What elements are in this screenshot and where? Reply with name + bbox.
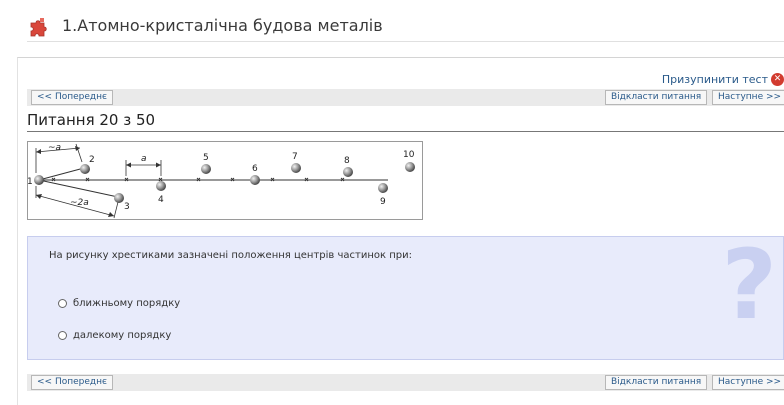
atom-label: 7: [292, 152, 298, 162]
answer-option-2[interactable]: далекому порядку: [58, 330, 171, 341]
close-circle-icon: ✕: [771, 73, 784, 86]
divider: [27, 131, 784, 132]
page-header: 1.Атомно-кристалічна будова металів: [27, 10, 784, 42]
atom-label: 2: [89, 155, 95, 165]
atom-spheres: [34, 162, 415, 203]
atom-label: 9: [380, 197, 386, 207]
puzzle-icon: [30, 18, 47, 37]
defer-question-button[interactable]: Відкласти питання: [605, 90, 708, 105]
atom-label: 10: [403, 150, 415, 160]
distance-label: ~2a: [70, 198, 89, 208]
distance-label: a: [141, 154, 147, 164]
pause-test-link[interactable]: Призупинити тест ✕: [662, 73, 784, 86]
atom-label: 5: [203, 153, 209, 163]
atom-label: 8: [344, 156, 350, 166]
question-counter: Питання 20 з 50: [27, 111, 156, 129]
next-button[interactable]: Наступне >>: [712, 375, 784, 390]
next-button[interactable]: Наступне >>: [712, 90, 784, 105]
answer-option-1[interactable]: ближньому порядку: [58, 298, 180, 309]
nav-bar-top: << Попереднє Відкласти питання Наступне …: [27, 89, 784, 106]
radio-button[interactable]: [58, 299, 67, 308]
atom-label: 1: [28, 177, 33, 187]
atom-label: 6: [252, 164, 258, 174]
distance-label: ~a: [48, 143, 61, 153]
question-box: ? На рисунку хрестиками зазначені положе…: [27, 236, 784, 360]
question-figure: 1 2 3 4 5 6 7 8 9 10 ~a ~2a a: [27, 141, 423, 220]
answer-label: ближньому порядку: [73, 298, 181, 309]
answer-label: далекому порядку: [73, 330, 172, 341]
atom-diagram: 1 2 3 4 5 6 7 8 9 10 ~a ~2a a: [27, 143, 415, 219]
defer-question-button[interactable]: Відкласти питання: [605, 375, 708, 390]
pause-test-label: Призупинити тест: [661, 73, 768, 86]
page-title: 1.Атомно-кристалічна будова металів: [62, 16, 383, 35]
question-text: На рисунку хрестиками зазначені положенн…: [49, 250, 412, 261]
radio-button[interactable]: [58, 331, 67, 340]
question-mark-icon: ?: [721, 236, 777, 341]
nav-bar-bottom: << Попереднє Відкласти питання Наступне …: [27, 374, 784, 391]
prev-button[interactable]: << Попереднє: [31, 90, 113, 105]
prev-button[interactable]: << Попереднє: [31, 375, 113, 390]
atom-label: 4: [158, 195, 164, 205]
atom-label: 3: [124, 202, 130, 212]
